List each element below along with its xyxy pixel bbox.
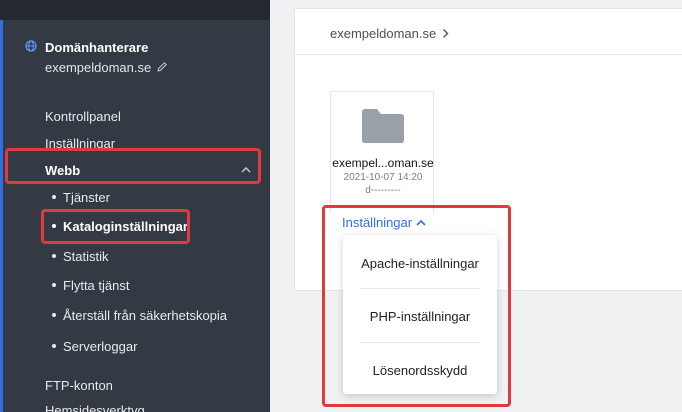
settings-dropdown-menu: Apache-inställningar PHP-inställningar L… <box>343 235 497 394</box>
folder-card[interactable]: exempel...oman.se 2021-10-07 14:20 d----… <box>330 91 434 213</box>
globe-icon <box>25 40 37 52</box>
sub-item-label: Tjänster <box>63 190 110 205</box>
site-domain[interactable]: exempeldoman.se <box>45 60 168 75</box>
site-title: Domänhanterare <box>45 40 149 55</box>
sub-item-label: Kataloginställningar <box>63 219 188 234</box>
pencil-icon[interactable] <box>156 61 168 73</box>
menu-item-apache-settings[interactable]: Apache-inställningar <box>343 256 497 271</box>
settings-toggle-label: Inställningar <box>342 215 413 230</box>
menu-divider <box>360 288 480 289</box>
folder-permissions: d--------- <box>365 185 401 196</box>
bullet <box>52 254 56 258</box>
sub-item-kataloginstallningar[interactable]: Kataloginställningar <box>52 219 188 234</box>
bullet <box>52 224 56 228</box>
sub-item-label: Flytta tjänst <box>63 278 130 293</box>
nav-item-webb[interactable]: Webb <box>45 163 80 178</box>
bullet <box>52 195 56 199</box>
menu-item-password-protection[interactable]: Lösenordsskydd <box>343 363 497 378</box>
sub-item-label: Statistik <box>63 249 109 264</box>
chevron-up-icon <box>416 219 426 226</box>
sub-item-label: Återställ från säkerhetskopia <box>63 308 228 323</box>
breadcrumb-item[interactable]: exempeldoman.se <box>330 26 436 41</box>
breadcrumb: exempeldoman.se <box>295 9 682 55</box>
menu-divider <box>360 342 480 343</box>
sidebar: Domänhanterare exempeldoman.se Kontrollp… <box>0 0 270 412</box>
sub-item-serverloggar[interactable]: Serverloggar <box>52 339 137 354</box>
nav-item-installningar[interactable]: Inställningar <box>45 136 115 151</box>
settings-dropdown-toggle[interactable]: Inställningar <box>342 215 426 230</box>
bullet <box>52 344 56 348</box>
nav-item-ftp-konton[interactable]: FTP-konton <box>45 378 113 393</box>
chevron-up-icon[interactable] <box>241 166 251 173</box>
folder-date: 2021-10-07 14:20 <box>343 172 423 183</box>
sidebar-accent-bar <box>0 20 3 412</box>
chevron-right-icon <box>443 29 449 38</box>
bullet <box>52 313 56 317</box>
bullet <box>52 283 56 287</box>
site-domain-label: exempeldoman.se <box>45 60 152 75</box>
sidebar-top-bar <box>0 0 270 20</box>
sub-item-tjanster[interactable]: Tjänster <box>52 190 110 205</box>
menu-item-php-settings[interactable]: PHP-inställningar <box>343 309 497 324</box>
folder-icon <box>362 109 404 143</box>
folder-name: exempel...oman.se <box>332 156 434 170</box>
sub-item-label: Serverloggar <box>63 339 138 354</box>
sub-item-statistik[interactable]: Statistik <box>52 249 109 264</box>
nav-item-hemsidesverktyg[interactable]: Hemsidesverktyg <box>45 403 145 412</box>
sub-item-flytta-tjanst[interactable]: Flytta tjänst <box>52 278 129 293</box>
sub-item-aterstall[interactable]: Återställ från säkerhetskopia <box>52 308 227 323</box>
nav-item-kontrollpanel[interactable]: Kontrollpanel <box>45 109 121 124</box>
